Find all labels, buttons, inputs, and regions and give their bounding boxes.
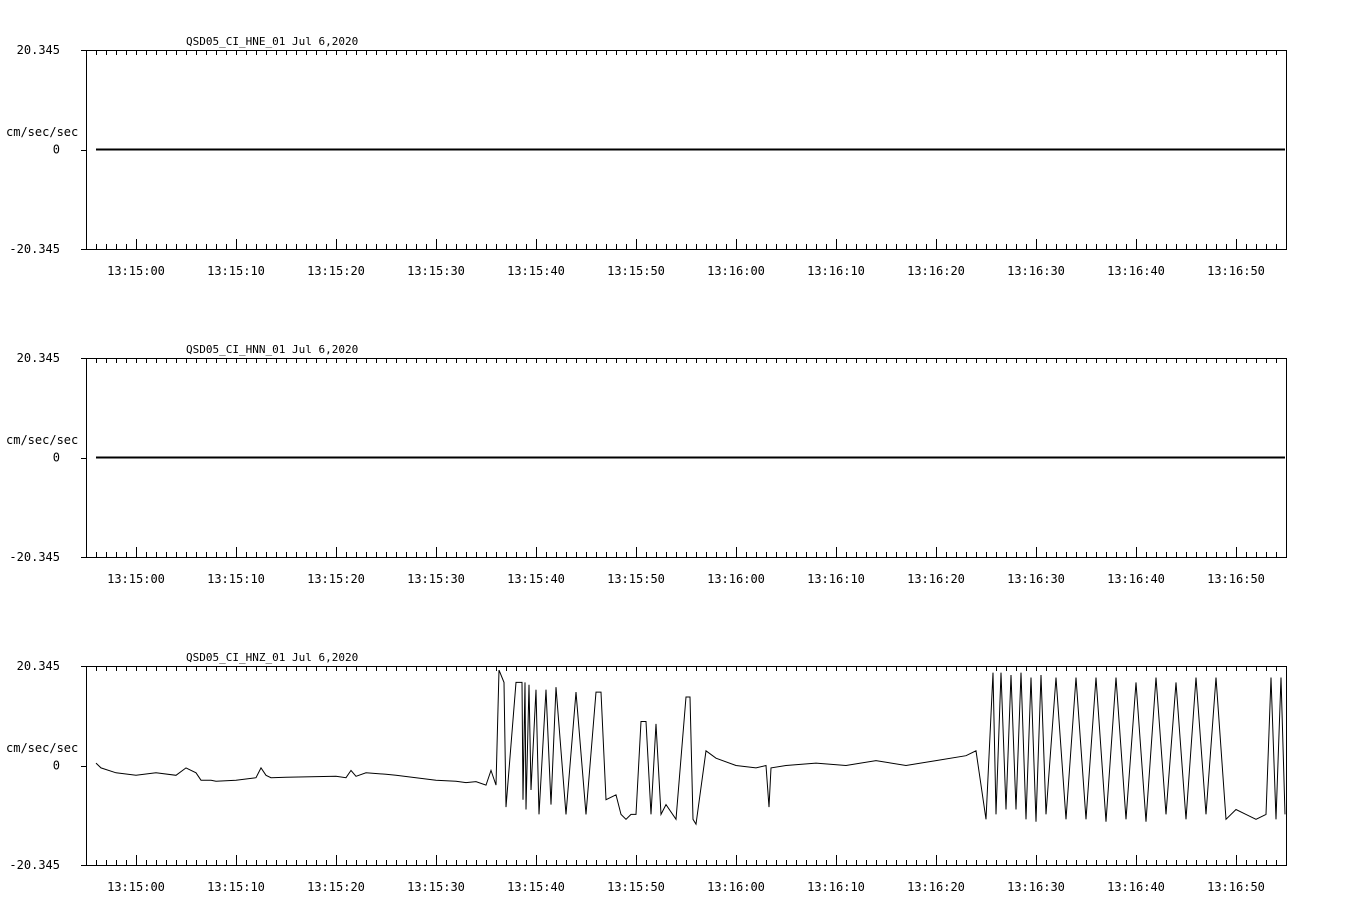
x-tick-label: 13:16:20 [907, 880, 965, 894]
x-tick-label: 13:15:50 [607, 880, 665, 894]
chart-title: QSD05_CI_HNN_01 Jul 6,2020 [186, 343, 358, 356]
x-tick-label: 13:15:30 [407, 572, 465, 586]
x-tick-label: 13:16:40 [1107, 264, 1165, 278]
x-tick-label: 13:15:00 [107, 264, 165, 278]
x-tick-label: 13:15:30 [407, 264, 465, 278]
x-tick-label: 13:15:40 [507, 264, 565, 278]
x-tick-label: 13:15:30 [407, 880, 465, 894]
chart-title: QSD05_CI_HNZ_01 Jul 6,2020 [186, 651, 358, 664]
y-tick-label: 20.345 [17, 351, 60, 365]
y-tick-label: -20.345 [9, 858, 60, 872]
x-tick-label: 13:15:50 [607, 264, 665, 278]
x-tick-label: 13:16:00 [707, 572, 765, 586]
x-tick-label: 13:16:50 [1207, 264, 1265, 278]
x-tick-label: 13:16:30 [1007, 264, 1065, 278]
x-tick-label: 13:15:20 [307, 880, 365, 894]
x-tick-label: 13:16:10 [807, 572, 865, 586]
x-tick-label: 13:15:40 [507, 572, 565, 586]
y-tick-label: 0 [53, 759, 60, 773]
y-axis-label: cm/sec/sec [6, 125, 78, 139]
x-tick-label: 13:16:50 [1207, 572, 1265, 586]
y-tick-label: 0 [53, 143, 60, 157]
y-tick-label: -20.345 [9, 550, 60, 564]
y-axis-label: cm/sec/sec [6, 433, 78, 447]
x-tick-label: 13:15:20 [307, 264, 365, 278]
x-tick-label: 13:15:10 [207, 264, 265, 278]
panel-1: 20.345 0 -20.345 cm/sec/sec QSD05_CI_HNE_01 … [6, 35, 1287, 278]
x-tick-label: 13:16:50 [1207, 880, 1265, 894]
x-tick-label: 13:16:00 [707, 264, 765, 278]
x-tick-label: 13:16:10 [807, 880, 865, 894]
y-tick-label: 0 [53, 451, 60, 465]
series-line [95, 669, 1286, 826]
x-tick-label: 13:16:20 [907, 264, 965, 278]
plot-frame [86, 666, 1287, 866]
panel-3: 20.345 0 -20.345 cm/sec/sec QSD05_CI_HNZ_01 … [6, 651, 1287, 894]
panel-2: 20.345 0 -20.345 cm/sec/sec QSD05_CI_HNN_01 … [6, 343, 1287, 586]
y-tick-label: 20.345 [17, 43, 60, 57]
seismogram-chart: 20.345 0 -20.345 cm/sec/sec QSD05_CI_HNE_01 … [6, 35, 1287, 894]
x-tick-label: 13:15:00 [107, 572, 165, 586]
x-tick-label: 13:16:00 [707, 880, 765, 894]
y-tick-label: 20.345 [17, 659, 60, 673]
x-tick-label: 13:16:40 [1107, 880, 1165, 894]
chart-title: QSD05_CI_HNE_01 Jul 6,2020 [186, 35, 358, 48]
x-tick-label: 13:16:40 [1107, 572, 1165, 586]
y-tick-label: -20.345 [9, 242, 60, 256]
x-tick-label: 13:15:40 [507, 880, 565, 894]
y-axis-label: cm/sec/sec [6, 741, 78, 755]
x-tick-label: 13:15:50 [607, 572, 665, 586]
x-tick-label: 13:16:20 [907, 572, 965, 586]
x-tick-label: 13:16:30 [1007, 880, 1065, 894]
x-tick-label: 13:15:10 [207, 880, 265, 894]
x-tick-label: 13:16:30 [1007, 572, 1065, 586]
x-tick-label: 13:15:20 [307, 572, 365, 586]
x-tick-label: 13:15:10 [207, 572, 265, 586]
x-tick-label: 13:15:00 [107, 880, 165, 894]
x-tick-label: 13:16:10 [807, 264, 865, 278]
